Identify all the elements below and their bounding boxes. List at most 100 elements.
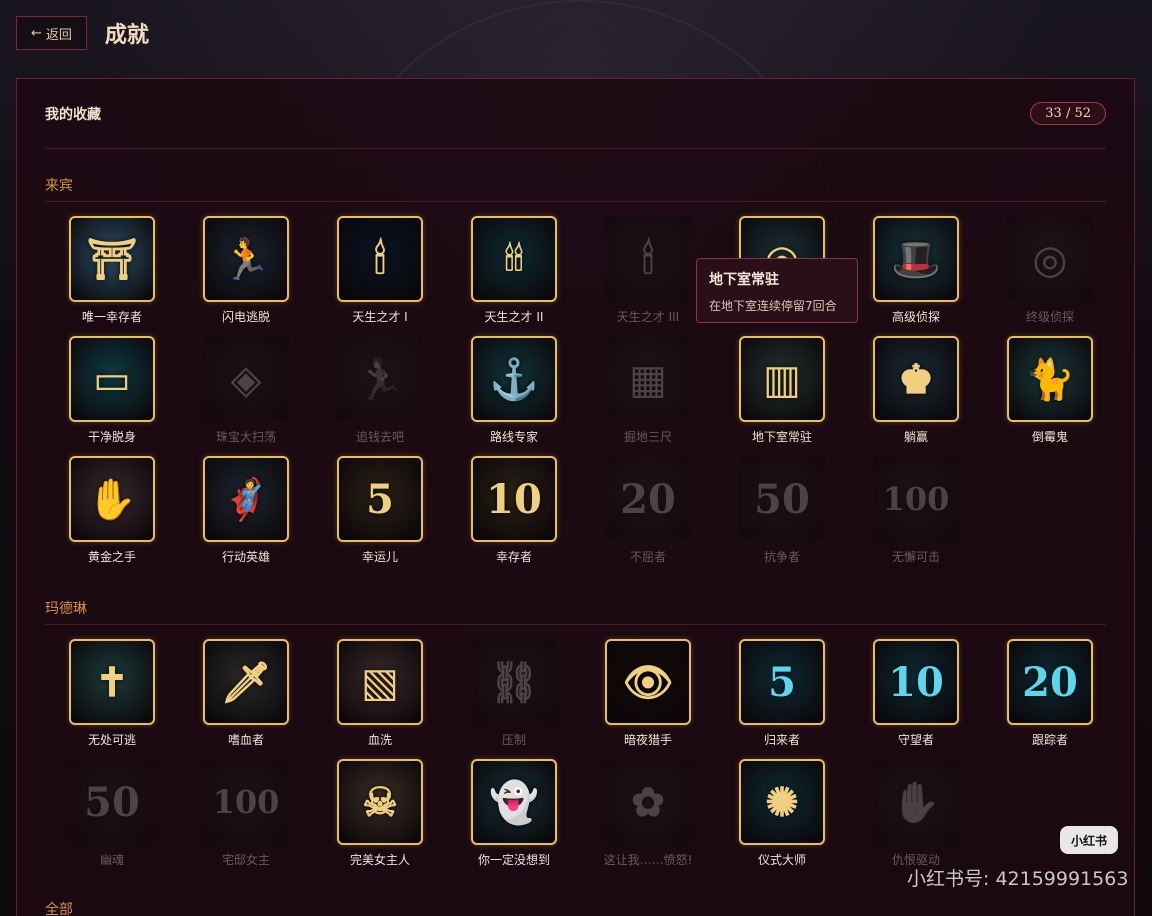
tooltip-description: 在地下室连续停留7回合: [709, 299, 837, 313]
madeline-achievement-grid: ✝ 无处可逃 🗡 嗜血者 ▧ 血洗 ⛓ 压制 👁 暗夜猎手 5 归来者 10 守望者 20 跟踪者 50 幽魂 10…: [45, 639, 1106, 879]
money-runner-icon: 🏃: [337, 336, 423, 422]
achievement-tile[interactable]: ✋ 仇恨驱动: [849, 759, 983, 879]
icon-glyph: ▦: [629, 355, 667, 403]
achievement-tile[interactable]: ⛓ 压制: [447, 639, 581, 759]
top-bar: ← 返回 成就: [16, 16, 149, 50]
icon-glyph: 🦸: [221, 475, 271, 523]
basement-room-icon: ▥: [739, 336, 825, 422]
watermark-text: 小红书号: 42159991563: [907, 868, 1129, 890]
achievement-label: 行动英雄: [221, 550, 270, 564]
achievement-tile[interactable]: 🕯🕯 天生之才 II: [447, 216, 581, 336]
achievement-label: 暗夜猎手: [623, 733, 672, 747]
achievement-tile[interactable]: ♚ 躺赢: [849, 336, 983, 456]
achievement-tile[interactable]: 👁 暗夜猎手: [581, 639, 715, 759]
achievement-tile[interactable]: 50 幽魂: [45, 759, 179, 879]
black-cat-icon: 🐈: [1007, 336, 1093, 422]
achievement-label: 黄金之手: [87, 550, 136, 564]
achievement-tile[interactable]: ▧ 血洗: [313, 639, 447, 759]
icon-glyph: 🕯: [374, 235, 386, 283]
achievement-tile[interactable]: ◎ 终级侦探: [983, 216, 1117, 336]
achievement-tile[interactable]: 20 跟踪者: [983, 639, 1117, 759]
icon-glyph: ▭: [93, 355, 131, 403]
one-candle-icon: 🕯: [337, 216, 423, 302]
achievement-tile[interactable]: 🐈 倒霉鬼: [983, 336, 1117, 456]
achievement-tile[interactable]: ▭ 干净脱身: [45, 336, 179, 456]
icon-glyph: ✺: [765, 778, 799, 826]
icon-glyph: 🏃: [355, 355, 405, 403]
achievement-tile[interactable]: 50 抗争者: [715, 456, 849, 576]
achievement-tile[interactable]: ▥ 地下室常驻: [715, 336, 849, 456]
gem-hand-icon: ✋: [69, 456, 155, 542]
icon-glyph: 20: [620, 475, 676, 523]
achievement-tile[interactable]: 🗡 嗜血者: [179, 639, 313, 759]
achievement-tile[interactable]: 5 归来者: [715, 639, 849, 759]
achievement-tile[interactable]: 🏃 闪电逃脱: [179, 216, 313, 336]
section-title-all: 全部: [45, 899, 1106, 916]
ghost-number-100-icon: 100: [203, 759, 289, 845]
achievement-tile[interactable]: 100 无懈可击: [849, 456, 983, 576]
achievement-tile[interactable]: 🏃 追钱去吧: [313, 336, 447, 456]
red-eyes-icon: 👁: [605, 639, 691, 725]
achievement-tile[interactable]: ⚓ 路线专家: [447, 336, 581, 456]
achievement-tile[interactable]: 5 幸运儿: [313, 456, 447, 576]
achievement-label: 天生之才 III: [616, 310, 680, 324]
icon-glyph: 👁: [622, 658, 674, 706]
achievement-label: 守望者: [897, 733, 934, 747]
number-20-icon: 20: [605, 456, 691, 542]
achievement-label: 珠宝大扫荡: [215, 430, 276, 444]
achievement-tile[interactable]: ✿ 这让我……愤怒!: [581, 759, 715, 879]
number-5-icon: 5: [337, 456, 423, 542]
achievement-tile[interactable]: 🕯 天生之才 I: [313, 216, 447, 336]
achievement-label: 仪式大师: [757, 853, 806, 867]
achievement-tooltip: 地下室常驻 在地下室连续停留7回合: [696, 258, 858, 323]
teal-number-10-icon: 10: [873, 639, 959, 725]
achievement-tile[interactable]: ◈ 珠宝大扫荡: [179, 336, 313, 456]
running-man-icon: 🏃: [203, 216, 289, 302]
detective-magnifier-icon: ◎: [1007, 216, 1093, 302]
achievement-tile[interactable]: 🦸 行动英雄: [179, 456, 313, 576]
icon-glyph: 10: [888, 658, 944, 706]
achievement-label: 幸运儿: [361, 550, 398, 564]
achievement-label: 终级侦探: [1025, 310, 1074, 324]
icon-glyph: 🐈: [1025, 355, 1075, 403]
achievement-tile[interactable]: ✝ 无处可逃: [45, 639, 179, 759]
icon-glyph: 👻: [489, 778, 539, 826]
achievement-label: 路线专家: [489, 430, 538, 444]
achievement-tile[interactable]: ▦ 掘地三尺: [581, 336, 715, 456]
panel-title: 我的收藏: [45, 106, 101, 123]
achievement-tile[interactable]: 🎩 高级侦探: [849, 216, 983, 336]
icon-glyph: ♚: [898, 355, 934, 403]
achievement-label: 闪电逃脱: [221, 310, 270, 324]
section-title-guests: 来宾: [45, 175, 1106, 202]
dig-floor-icon: ▦: [605, 336, 691, 422]
icon-glyph: ⛩: [86, 235, 138, 283]
achievement-tile[interactable]: ✺ 仪式大师: [715, 759, 849, 879]
achievement-tile[interactable]: 10 守望者: [849, 639, 983, 759]
achievement-tile[interactable]: 20 不屈者: [581, 456, 715, 576]
back-button[interactable]: ← 返回: [16, 16, 87, 50]
achievement-tile[interactable]: 👻 你一定没想到: [447, 759, 581, 879]
icon-glyph: ◎: [1032, 235, 1068, 283]
icon-glyph: 🕯🕯: [504, 239, 524, 278]
achievement-label: 不屈者: [629, 550, 666, 564]
achievement-tile[interactable]: 10 幸存者: [447, 456, 581, 576]
doorway-figure-icon: ⛩: [69, 216, 155, 302]
achievement-label: 高级侦探: [891, 310, 940, 324]
achievement-tile[interactable]: ⛩ 唯一幸存者: [45, 216, 179, 336]
achievement-label: 倒霉鬼: [1031, 430, 1068, 444]
achievement-label: 天生之才 II: [484, 310, 544, 324]
achievement-tile[interactable]: 100 宅邸女主: [179, 759, 313, 879]
bloody-room-icon: ▧: [337, 639, 423, 725]
achievement-label: 幽魂: [99, 853, 124, 867]
icon-glyph: 100: [882, 480, 950, 518]
achievement-tile[interactable]: ☠ 完美女主人: [313, 759, 447, 879]
page-title: 成就: [104, 23, 149, 48]
bound-hands-icon: ⛓: [471, 639, 557, 725]
collection-counter: 33 / 52: [1030, 102, 1106, 125]
achievement-label: 嗜血者: [227, 733, 264, 747]
icon-glyph: 🗡: [220, 658, 272, 706]
achievement-label: 血洗: [367, 733, 392, 747]
skull-table-icon: ☠: [337, 759, 423, 845]
achievement-tile[interactable]: 🕯 天生之才 III: [581, 216, 715, 336]
achievement-tile[interactable]: ✋ 黄金之手: [45, 456, 179, 576]
